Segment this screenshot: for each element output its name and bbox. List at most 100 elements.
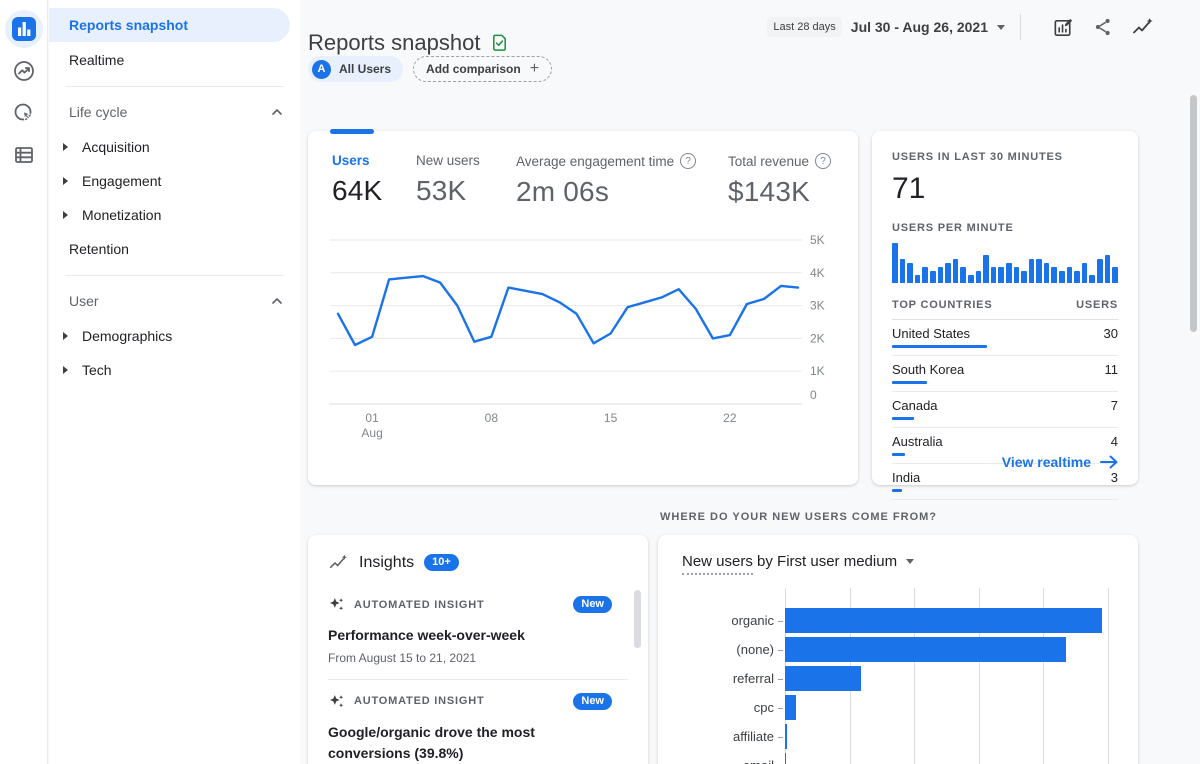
insight-title: Performance week-over-week <box>328 625 612 647</box>
date-range-picker[interactable]: Jul 30 - Aug 26, 2021 <box>851 19 1005 35</box>
page-title: Reports snapshot <box>308 30 509 56</box>
chevron-up-icon <box>272 109 282 115</box>
sidebar-section-user[interactable]: User <box>49 286 300 316</box>
metric-label: Users <box>332 153 382 168</box>
minute-bar <box>1051 267 1057 283</box>
date-preset-badge: Last 28 days <box>767 17 841 37</box>
help-icon[interactable]: ? <box>680 153 696 169</box>
sidebar-item-reports-snapshot[interactable]: Reports snapshot <box>49 8 290 42</box>
header-actions: Last 28 days Jul 30 - Aug 26, 2021 <box>767 14 1156 40</box>
sidebar-section-label: User <box>69 293 99 309</box>
help-icon[interactable]: ? <box>815 153 831 169</box>
country-name: India <box>892 470 1118 485</box>
dimension-selector[interactable]: New users by First user medium <box>682 553 914 570</box>
x-tick-label: 08 <box>485 411 499 425</box>
bar <box>785 608 1102 633</box>
add-comparison-label: Add comparison <box>426 62 521 76</box>
bar <box>785 724 787 749</box>
metric-link[interactable]: New users <box>682 553 753 575</box>
x-tick-label: 01 <box>365 411 379 425</box>
bar <box>785 753 786 764</box>
y-tick-label: 2K <box>810 331 825 345</box>
chevron-down-icon <box>906 559 914 564</box>
minute-bar <box>1059 271 1065 283</box>
bar-row-none: (none) <box>785 635 1108 664</box>
y-tick-label: 1K <box>810 364 825 378</box>
y-tick-label: 3K <box>810 299 825 313</box>
insight-item[interactable]: AUTOMATED INSIGHTNewGoogle/organic drove… <box>308 680 648 764</box>
chevron-up-icon <box>272 298 282 304</box>
country-progress-bar <box>892 489 902 492</box>
metric-tab-average-engagement-time[interactable]: Average engagement time?2m 06s <box>516 153 696 208</box>
rail-item-advertising[interactable] <box>0 92 48 134</box>
expand-triangle-icon <box>63 332 68 340</box>
overview-metrics-card: Users64K New users53K Average engagement t… <box>308 131 858 485</box>
bar-category-label: organic <box>731 606 774 635</box>
customize-report-icon[interactable] <box>1050 14 1076 40</box>
realtime-card: USERS IN LAST 30 MINUTES 71 USERS PER MI… <box>872 131 1138 485</box>
insight-kicker: AUTOMATED INSIGHT <box>354 599 564 611</box>
x-tick-sublabel: Aug <box>361 426 382 440</box>
metric-tab-new-users[interactable]: New users53K <box>416 153 480 207</box>
sidebar-item-retention[interactable]: Retention <box>49 233 290 265</box>
all-users-chip[interactable]: A All Users <box>308 56 403 82</box>
sidebar-item-monetization[interactable]: Monetization <box>49 199 290 231</box>
share-icon[interactable] <box>1090 14 1116 40</box>
metric-tab-users[interactable]: Users64K <box>332 153 382 207</box>
insight-item[interactable]: AUTOMATED INSIGHTNew Performance week-ove… <box>308 583 648 665</box>
insights-header: Insights 10+ <box>308 535 648 583</box>
sidebar-item-acquisition[interactable]: Acquisition <box>49 131 290 163</box>
y-tick-label: 0 <box>810 388 817 402</box>
minute-bar <box>1097 259 1103 283</box>
top-countries-label: TOP COUNTRIES <box>892 299 992 311</box>
minute-bar <box>1105 255 1111 283</box>
x-tick-label: 22 <box>723 411 737 425</box>
page-scrollbar[interactable] <box>1190 95 1197 332</box>
search-cursor-icon <box>12 101 36 125</box>
country-name: United States <box>892 326 1118 341</box>
insights-list: AUTOMATED INSIGHTNew Performance week-ove… <box>308 583 648 764</box>
sidebar-item-realtime[interactable]: Realtime <box>49 44 290 76</box>
view-realtime-link[interactable]: View realtime <box>1002 454 1118 470</box>
minute-bar <box>1014 267 1020 283</box>
arrow-right-icon <box>1100 455 1118 469</box>
header-divider <box>1020 14 1021 40</box>
insights-count-badge[interactable]: 10+ <box>424 554 459 571</box>
users-per-minute-chart <box>892 243 1118 283</box>
rail-item-library[interactable] <box>0 134 48 176</box>
metric-label-text: Total revenue <box>728 154 809 169</box>
insight-kicker-row: AUTOMATED INSIGHTNew <box>328 596 612 613</box>
minute-bar <box>900 259 906 283</box>
users-trend-line <box>338 276 798 345</box>
sidebar-item-label: Reports snapshot <box>69 17 188 33</box>
metric-label: New users <box>416 153 480 168</box>
rail-item-explore[interactable] <box>0 50 48 92</box>
metric-value: $143K <box>728 176 831 208</box>
add-comparison-button[interactable]: Add comparison + <box>413 56 552 82</box>
country-progress-bar <box>892 345 987 348</box>
sidebar-item-engagement[interactable]: Engagement <box>49 165 290 197</box>
insights-scrollbar[interactable] <box>634 590 641 648</box>
sidebar-item-tech[interactable]: Tech <box>49 354 290 386</box>
country-name: Canada <box>892 398 1118 413</box>
minute-bar <box>1044 263 1050 283</box>
automated-insight-sparkle-icon <box>328 596 345 613</box>
metric-label-text: Users <box>332 153 370 168</box>
sidebar-section-life-cycle[interactable]: Life cycle <box>49 97 300 127</box>
bar-category-label: referral <box>733 664 774 693</box>
insights-icon[interactable] <box>1130 14 1156 40</box>
bar-category-label: email <box>743 751 774 764</box>
expand-triangle-icon <box>63 211 68 219</box>
minute-bar <box>1006 263 1012 283</box>
metric-tab-total-revenue[interactable]: Total revenue? $143K <box>728 153 831 208</box>
sidebar-item-demographics[interactable]: Demographics <box>49 320 290 352</box>
bar-row-cpc: cpc <box>785 693 1108 722</box>
minute-bar <box>1082 263 1088 283</box>
users-line-chart: 01K2K3K4K5K01Aug081522 <box>320 226 846 444</box>
date-range-text: Jul 30 - Aug 26, 2021 <box>851 19 988 35</box>
minute-bar <box>892 243 898 283</box>
insight-kicker: AUTOMATED INSIGHT <box>354 695 564 707</box>
plus-icon: + <box>530 61 539 77</box>
users-last-30min-value: 71 <box>892 172 1118 206</box>
rail-item-reports[interactable] <box>0 8 48 50</box>
